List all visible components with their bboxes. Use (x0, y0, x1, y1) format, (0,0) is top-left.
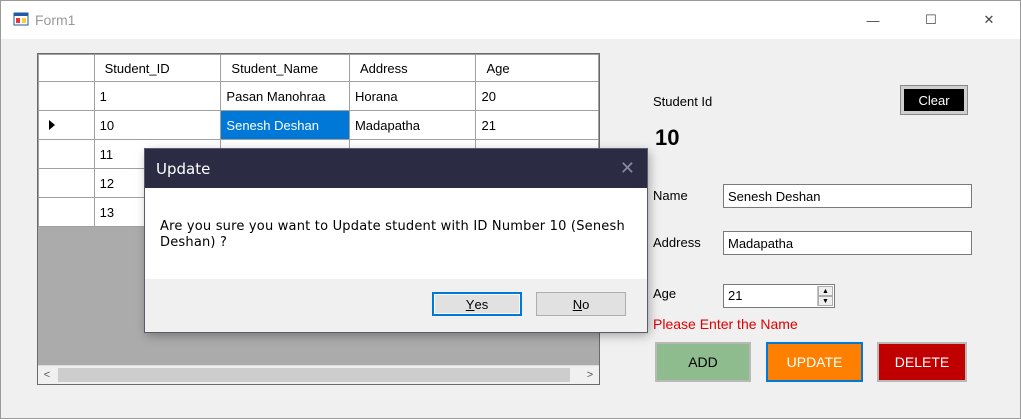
dialog-close-icon[interactable]: ✕ (620, 158, 635, 179)
chevron-left-icon: < (43, 369, 51, 381)
yes-label: es (474, 296, 489, 312)
name-field[interactable] (723, 184, 972, 208)
validation-error-text: Please Enter the Name (653, 316, 798, 332)
cell-student-name[interactable]: Pasan Manohraa (220, 81, 350, 111)
column-header-address[interactable]: Address (348, 54, 477, 82)
column-header-age[interactable]: Age (475, 54, 599, 82)
stepper-down-button[interactable]: ▼ (818, 296, 833, 306)
maximize-icon: ☐ (925, 12, 937, 27)
row-header[interactable] (38, 81, 95, 111)
maximize-button[interactable]: ☐ (908, 1, 954, 39)
cell-age[interactable]: 20 (475, 81, 599, 111)
stepper-buttons: ▲ ▼ (817, 286, 833, 306)
title-bar[interactable]: Form1 — ☐ ✕ (1, 1, 1020, 39)
scrollbar-thumb[interactable] (58, 368, 570, 382)
scroll-left-button[interactable]: < (38, 366, 56, 384)
student-id-value: 10 (655, 125, 680, 150)
age-value[interactable]: 21 (728, 288, 742, 303)
name-label: Name (653, 188, 688, 203)
address-label: Address (653, 235, 701, 250)
no-label: o (582, 296, 590, 312)
update-confirm-dialog: Update ✕ Are you sure you want to Update… (145, 149, 647, 332)
close-button[interactable]: ✕ (966, 1, 1012, 39)
chevron-right-icon: > (586, 369, 594, 381)
yes-accelerator: Y (465, 296, 475, 312)
dialog-title: Update (156, 160, 211, 178)
cell-address[interactable]: Horana (348, 81, 477, 111)
table-row[interactable]: 1 Pasan Manohraa Horana 20 (38, 81, 599, 111)
dialog-message: Are you sure you want to Update student … (160, 219, 625, 250)
clear-button[interactable]: Clear (900, 85, 968, 115)
row-header[interactable] (38, 197, 95, 227)
column-header-student-name[interactable]: Student_Name (220, 54, 350, 82)
cell-student-name-selected[interactable]: Senesh Deshan (220, 110, 350, 140)
app-icon (13, 12, 29, 26)
minimize-button[interactable]: — (850, 1, 896, 39)
scroll-right-button[interactable]: > (581, 366, 599, 384)
student-id-label: Student Id (653, 94, 713, 109)
minimize-icon: — (866, 12, 880, 28)
current-row-arrow-icon (49, 120, 55, 130)
cell-age[interactable]: 21 (475, 110, 599, 140)
arrow-down-icon: ▼ (822, 297, 829, 305)
main-window: Form1 — ☐ ✕ Student_ID Student_Name Addr… (0, 0, 1021, 419)
no-accelerator: N (572, 296, 583, 312)
yes-button[interactable]: Yes (432, 292, 522, 316)
column-header-student-id[interactable]: Student_ID (93, 54, 222, 82)
add-button[interactable]: ADD (655, 342, 751, 382)
grid-corner-header[interactable] (38, 54, 95, 82)
stepper-up-button[interactable]: ▲ (818, 286, 833, 296)
table-row[interactable]: 10 Senesh Deshan Madapatha 21 (38, 110, 599, 140)
cell-address[interactable]: Madapatha (348, 110, 477, 140)
age-label: Age (653, 286, 677, 301)
close-icon: ✕ (983, 12, 995, 27)
no-button[interactable]: No (536, 292, 626, 316)
row-header[interactable] (38, 168, 95, 198)
cell-student-id[interactable]: 1 (93, 81, 222, 111)
horizontal-scrollbar[interactable]: < > (38, 365, 599, 384)
cell-student-id[interactable]: 10 (93, 110, 222, 140)
row-header[interactable] (38, 110, 95, 140)
age-stepper[interactable]: 21 ▲ ▼ (723, 284, 835, 308)
grid-header-row: Student_ID Student_Name Address Age (38, 54, 599, 82)
address-field[interactable] (723, 231, 972, 255)
update-button[interactable]: UPDATE (766, 342, 863, 382)
row-header[interactable] (38, 139, 95, 169)
dialog-title-bar[interactable]: Update ✕ (145, 149, 647, 188)
dialog-footer: Yes No (145, 279, 647, 332)
window-title: Form1 (35, 12, 76, 28)
arrow-up-icon: ▲ (822, 287, 829, 295)
delete-button[interactable]: DELETE (877, 342, 967, 382)
